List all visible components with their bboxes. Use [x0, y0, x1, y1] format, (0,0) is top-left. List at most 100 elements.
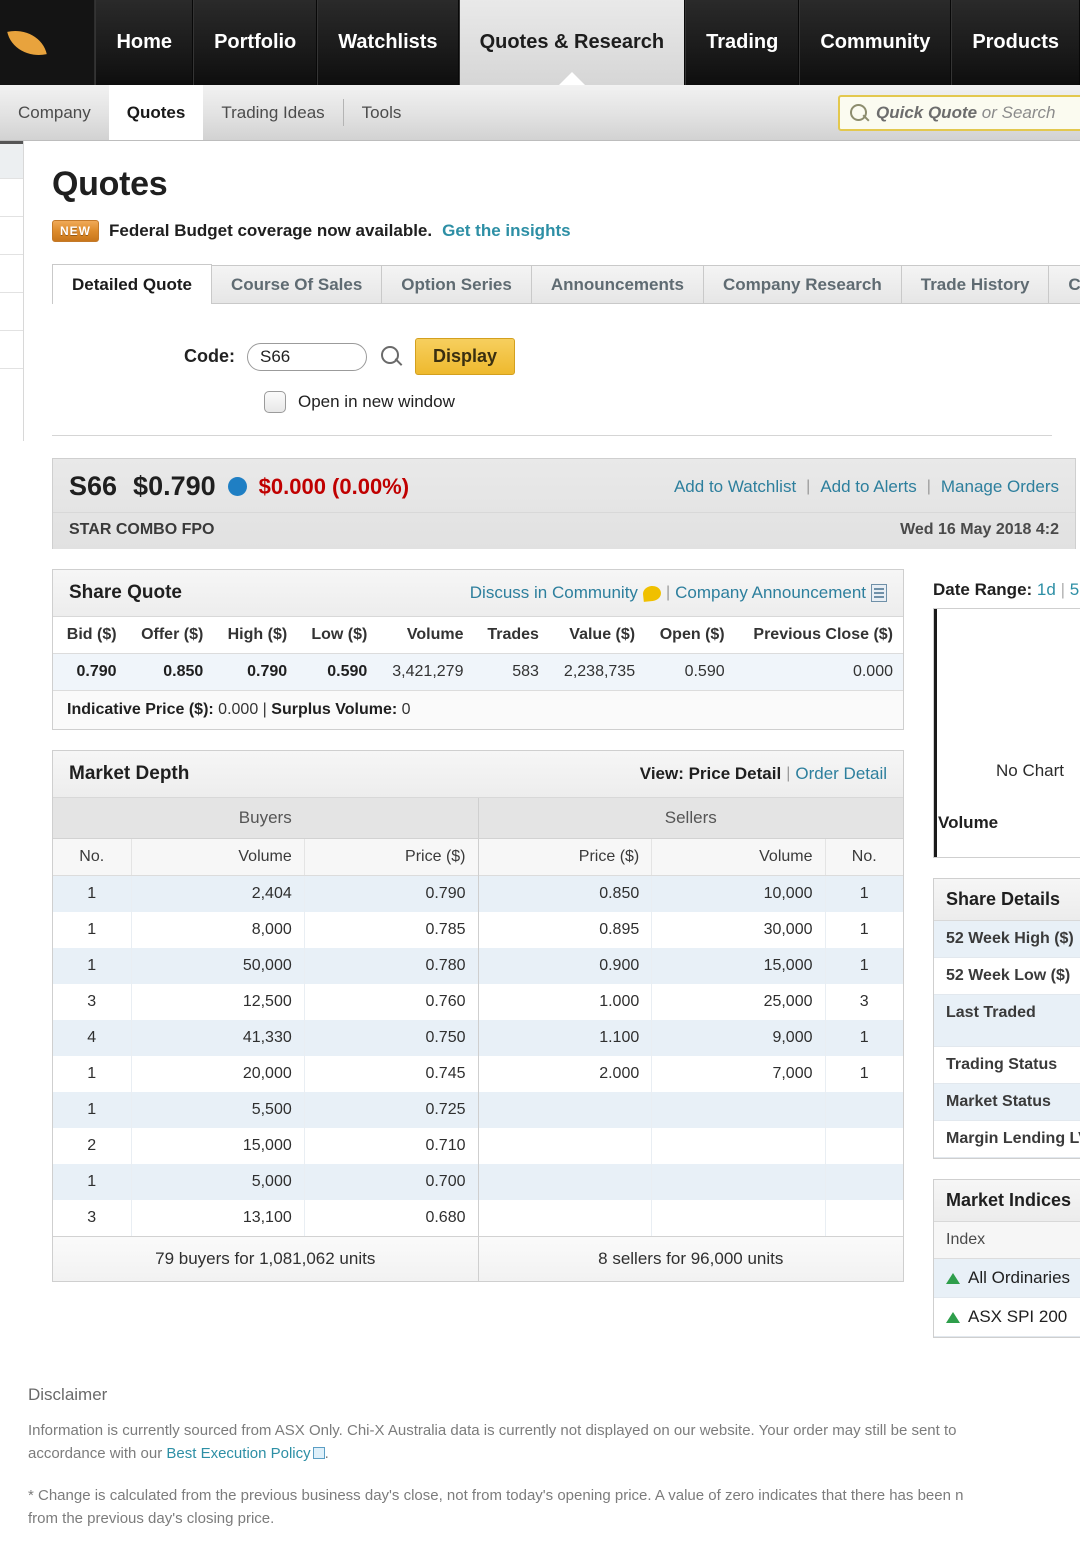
nav-label: Portfolio	[214, 31, 297, 53]
market-index-all-ordinaries[interactable]: All Ordinaries	[934, 1259, 1080, 1298]
share-detail-market-status: Market Status	[934, 1084, 1080, 1121]
best-execution-policy-link[interactable]: Best Execution Policy	[166, 1445, 310, 1462]
cell-price	[478, 1164, 653, 1200]
table-row: 3 12,500 0.760	[53, 984, 478, 1020]
left-menu-item[interactable]	[0, 217, 23, 255]
quote-summary-top: S66 $0.790 $0.000 (0.00%) Add to Watchli…	[53, 459, 1075, 512]
subnav-item-tools[interactable]: Tools	[344, 85, 420, 140]
cell-volume: 12,500	[131, 984, 305, 1020]
nav-item-products[interactable]: Products	[951, 0, 1080, 85]
external-link-icon	[312, 1447, 325, 1460]
volume-axis-label: Volume	[938, 813, 999, 832]
sellers-summary: 8 sellers for 96,000 units	[598, 1249, 784, 1268]
left-menu-item[interactable]	[0, 141, 23, 179]
cell-price: 0.850	[478, 875, 653, 912]
cell-no: 1	[53, 1056, 132, 1092]
cell-no: 1	[53, 1092, 132, 1128]
site-logo[interactable]	[0, 0, 96, 85]
nav-item-watchlists[interactable]: Watchlists	[317, 0, 459, 85]
cell-no: 2	[53, 1128, 132, 1164]
subnav-item-company[interactable]: Company	[0, 85, 109, 140]
tab-course-of-sales[interactable]: Course Of Sales	[211, 265, 383, 303]
speech-bubble-icon	[642, 584, 662, 602]
tab-label: Detailed Quote	[72, 274, 192, 294]
nav-item-quotes-and-research[interactable]: Quotes & Research	[458, 0, 686, 85]
tab-label: Announcements	[550, 274, 685, 294]
nav-item-community[interactable]: Community	[799, 0, 952, 85]
cell-volume: 15,000	[651, 948, 826, 984]
company-announcement-link[interactable]: Company Announcement	[675, 583, 866, 603]
company-name: STAR COMBO FPO	[69, 521, 215, 538]
search-placeholder: Quick Quote or Search	[876, 103, 1056, 122]
table-row: 1 5,000 0.700	[53, 1164, 478, 1200]
nav-item-trading[interactable]: Trading	[685, 0, 800, 85]
share-quote-header: Share Quote Discuss in Community | Compa…	[53, 570, 903, 617]
buyers-table: No. Volume Price ($) 1 2,404 0.790 1 8,000 0…	[53, 839, 478, 1236]
cell-volume: 5,000	[131, 1164, 305, 1200]
order-detail-link[interactable]: Order Detail	[795, 764, 887, 784]
date-range-label: Date Range:	[933, 580, 1033, 599]
quick-quote-search-input[interactable]: Quick Quote or Search	[838, 95, 1080, 131]
cell-price: 0.760	[304, 984, 478, 1020]
col-offer: Offer ($)	[126, 617, 214, 654]
tab-trade-history[interactable]: Trade History	[901, 265, 1050, 303]
open-in-new-window-checkbox[interactable]	[264, 391, 286, 413]
tab-option-series[interactable]: Option Series	[382, 265, 532, 303]
left-menu-item[interactable]	[0, 255, 23, 293]
open-in-new-window-label: Open in new window	[298, 392, 455, 411]
promo-banner: NEW Federal Budget coverage now availabl…	[24, 204, 1080, 242]
market-indices-column-header: Index	[934, 1222, 1080, 1259]
cell-volume: 7,000	[651, 1056, 826, 1092]
cell-no	[825, 1128, 903, 1164]
tab-charts[interactable]: Charts	[1049, 265, 1080, 303]
cell-no: 3	[53, 1200, 132, 1236]
index-label: ASX SPI 200	[968, 1307, 1068, 1326]
discuss-in-community-link[interactable]: Discuss in Community	[470, 583, 638, 603]
promo-link-get-the-insights[interactable]: Get the insights	[442, 221, 570, 241]
display-button[interactable]: Display	[415, 338, 516, 375]
nav-label: Watchlists	[338, 31, 438, 53]
tab-company-research[interactable]: Company Research	[704, 265, 902, 303]
cell-price: 2.000	[478, 1056, 653, 1092]
tab-detailed-quote[interactable]: Detailed Quote	[52, 264, 212, 304]
manage-orders-link[interactable]: Manage Orders	[941, 477, 1059, 497]
subnav-item-trading-ideas[interactable]: Trading Ideas	[203, 85, 342, 140]
left-side-menu-clipped[interactable]	[0, 141, 24, 441]
disclaimer-change-note-a: * Change is calculated from the previous…	[28, 1486, 964, 1504]
cell-price: 0.725	[304, 1092, 478, 1128]
add-to-alerts-link[interactable]: Add to Alerts	[820, 477, 916, 497]
table-row	[478, 1128, 903, 1164]
date-range-option-5d[interactable]: 5	[1070, 580, 1079, 599]
add-to-watchlist-link[interactable]: Add to Watchlist	[674, 477, 796, 497]
market-depth-tables: No. Volume Price ($) 1 2,404 0.790 1 8,000 0…	[53, 839, 903, 1236]
search-icon[interactable]	[379, 345, 403, 369]
tab-announcements[interactable]: Announcements	[531, 265, 705, 303]
date-range-option-1d[interactable]: 1d	[1037, 580, 1056, 599]
new-badge: NEW	[52, 220, 99, 242]
left-menu-item[interactable]	[0, 331, 23, 369]
global-navigation-bar: Home Portfolio Watchlists Quotes & Resea…	[0, 0, 1080, 85]
code-input[interactable]	[247, 342, 367, 371]
subnav-item-quotes[interactable]: Quotes	[108, 85, 204, 140]
cell-bid: 0.790	[53, 653, 127, 690]
left-menu-item[interactable]	[0, 179, 23, 217]
nav-label: Community	[820, 31, 931, 53]
cell-price: 1.000	[478, 984, 653, 1020]
cell-price: 0.710	[304, 1128, 478, 1164]
surplus-volume-value: 0	[401, 701, 411, 718]
col-buyer-price: Price ($)	[304, 839, 478, 876]
nav-item-home[interactable]: Home	[95, 0, 194, 85]
cell-no: 1	[53, 948, 132, 984]
left-menu-item[interactable]	[0, 293, 23, 331]
nav-item-portfolio[interactable]: Portfolio	[193, 0, 318, 85]
disclaimer-paragraph-2: * Change is calculated from the previous…	[28, 1484, 1080, 1531]
subnav-label: Quotes	[126, 102, 186, 122]
table-row: 2 15,000 0.710	[53, 1128, 478, 1164]
sellers-group-label: Sellers	[664, 808, 717, 827]
table-header-row: Bid ($) Offer ($) High ($) Low ($) Volum…	[53, 617, 903, 654]
view-price-detail-label: View: Price Detail	[639, 764, 782, 783]
col-previous-close: Previous Close ($)	[734, 617, 903, 654]
page-root: Home Portfolio Watchlists Quotes & Resea…	[0, 0, 1080, 1548]
market-index-asx-spi-200[interactable]: ASX SPI 200	[934, 1298, 1080, 1337]
code-label: Code:	[184, 346, 235, 366]
